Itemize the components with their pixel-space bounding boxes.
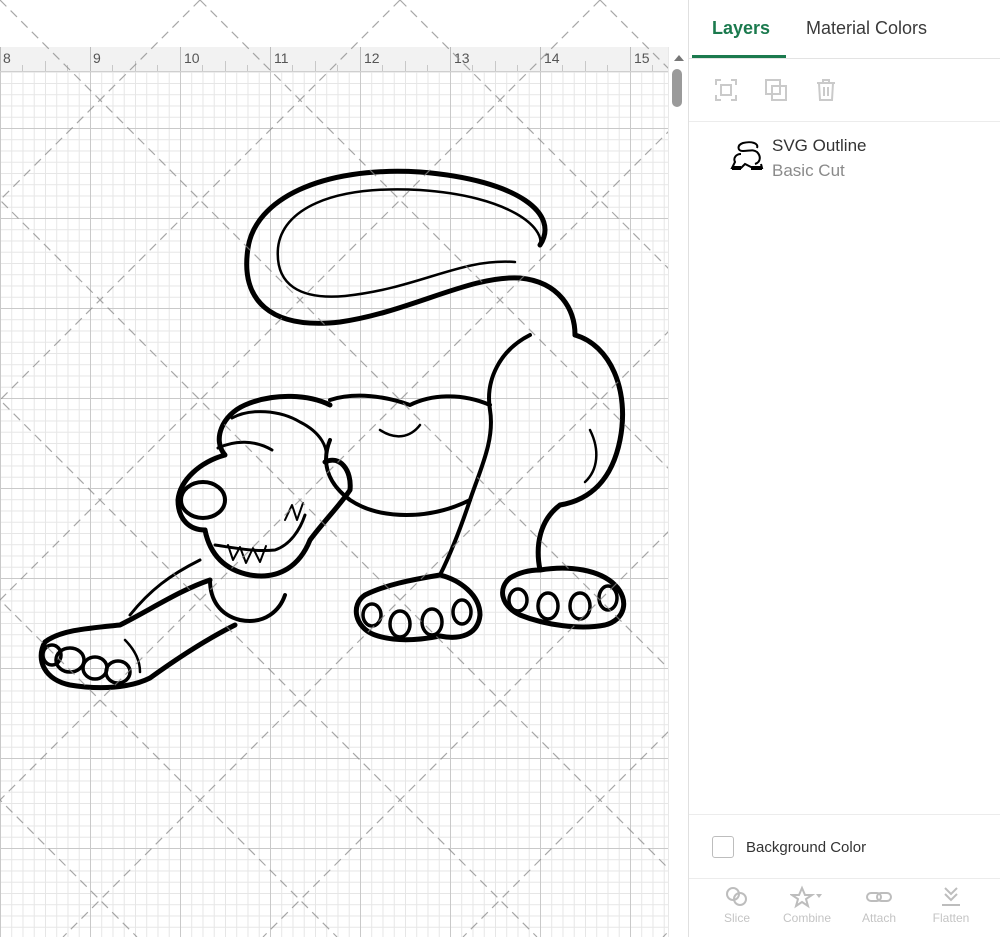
combine-button[interactable]: Combine (777, 885, 837, 937)
tab-material-colors[interactable]: Material Colors (806, 18, 927, 39)
slice-button[interactable]: Slice (707, 885, 767, 937)
slice-label: Slice (723, 911, 750, 925)
layer-item[interactable]: SVG Outline Basic Cut (689, 124, 1000, 188)
combine-label: Combine (782, 911, 832, 925)
flatten-button[interactable]: Flatten (921, 885, 981, 937)
layer-name: SVG Outline (772, 136, 867, 155)
svg-outline-artwork[interactable] (0, 0, 688, 937)
bottom-action-bar: Slice Combine Attach Flatten (689, 878, 1000, 938)
flatten-icon (942, 887, 960, 906)
delete-icon[interactable] (813, 77, 839, 103)
group-icon[interactable] (713, 77, 739, 103)
attach-button[interactable]: Attach (849, 885, 909, 937)
active-tab-indicator (692, 55, 786, 58)
duplicate-icon[interactable] (763, 77, 789, 103)
layer-operation: Basic Cut (772, 161, 845, 180)
panel-tabs: Layers Material Colors (689, 0, 1000, 59)
background-color-label: Background Color (746, 839, 867, 856)
combine-icon (790, 885, 822, 909)
layer-thumbnail (730, 141, 764, 170)
slice-icon (726, 887, 747, 906)
scroll-thumb[interactable] (672, 69, 682, 107)
attach-icon (866, 892, 892, 902)
background-color-row: Background Color (689, 814, 1000, 879)
design-canvas[interactable]: 8 9 10 11 12 13 14 15 (0, 0, 688, 937)
tab-layers[interactable]: Layers (712, 18, 770, 39)
vertical-scrollbar[interactable] (668, 47, 688, 937)
layer-toolbar (689, 59, 1000, 122)
flatten-label: Flatten (932, 911, 970, 925)
attach-label: Attach (861, 911, 897, 925)
background-color-checkbox[interactable] (712, 836, 734, 858)
layers-panel: Layers Material Colors SVG Outline Basic… (688, 0, 1000, 937)
scroll-up-arrow-icon[interactable] (674, 55, 684, 61)
